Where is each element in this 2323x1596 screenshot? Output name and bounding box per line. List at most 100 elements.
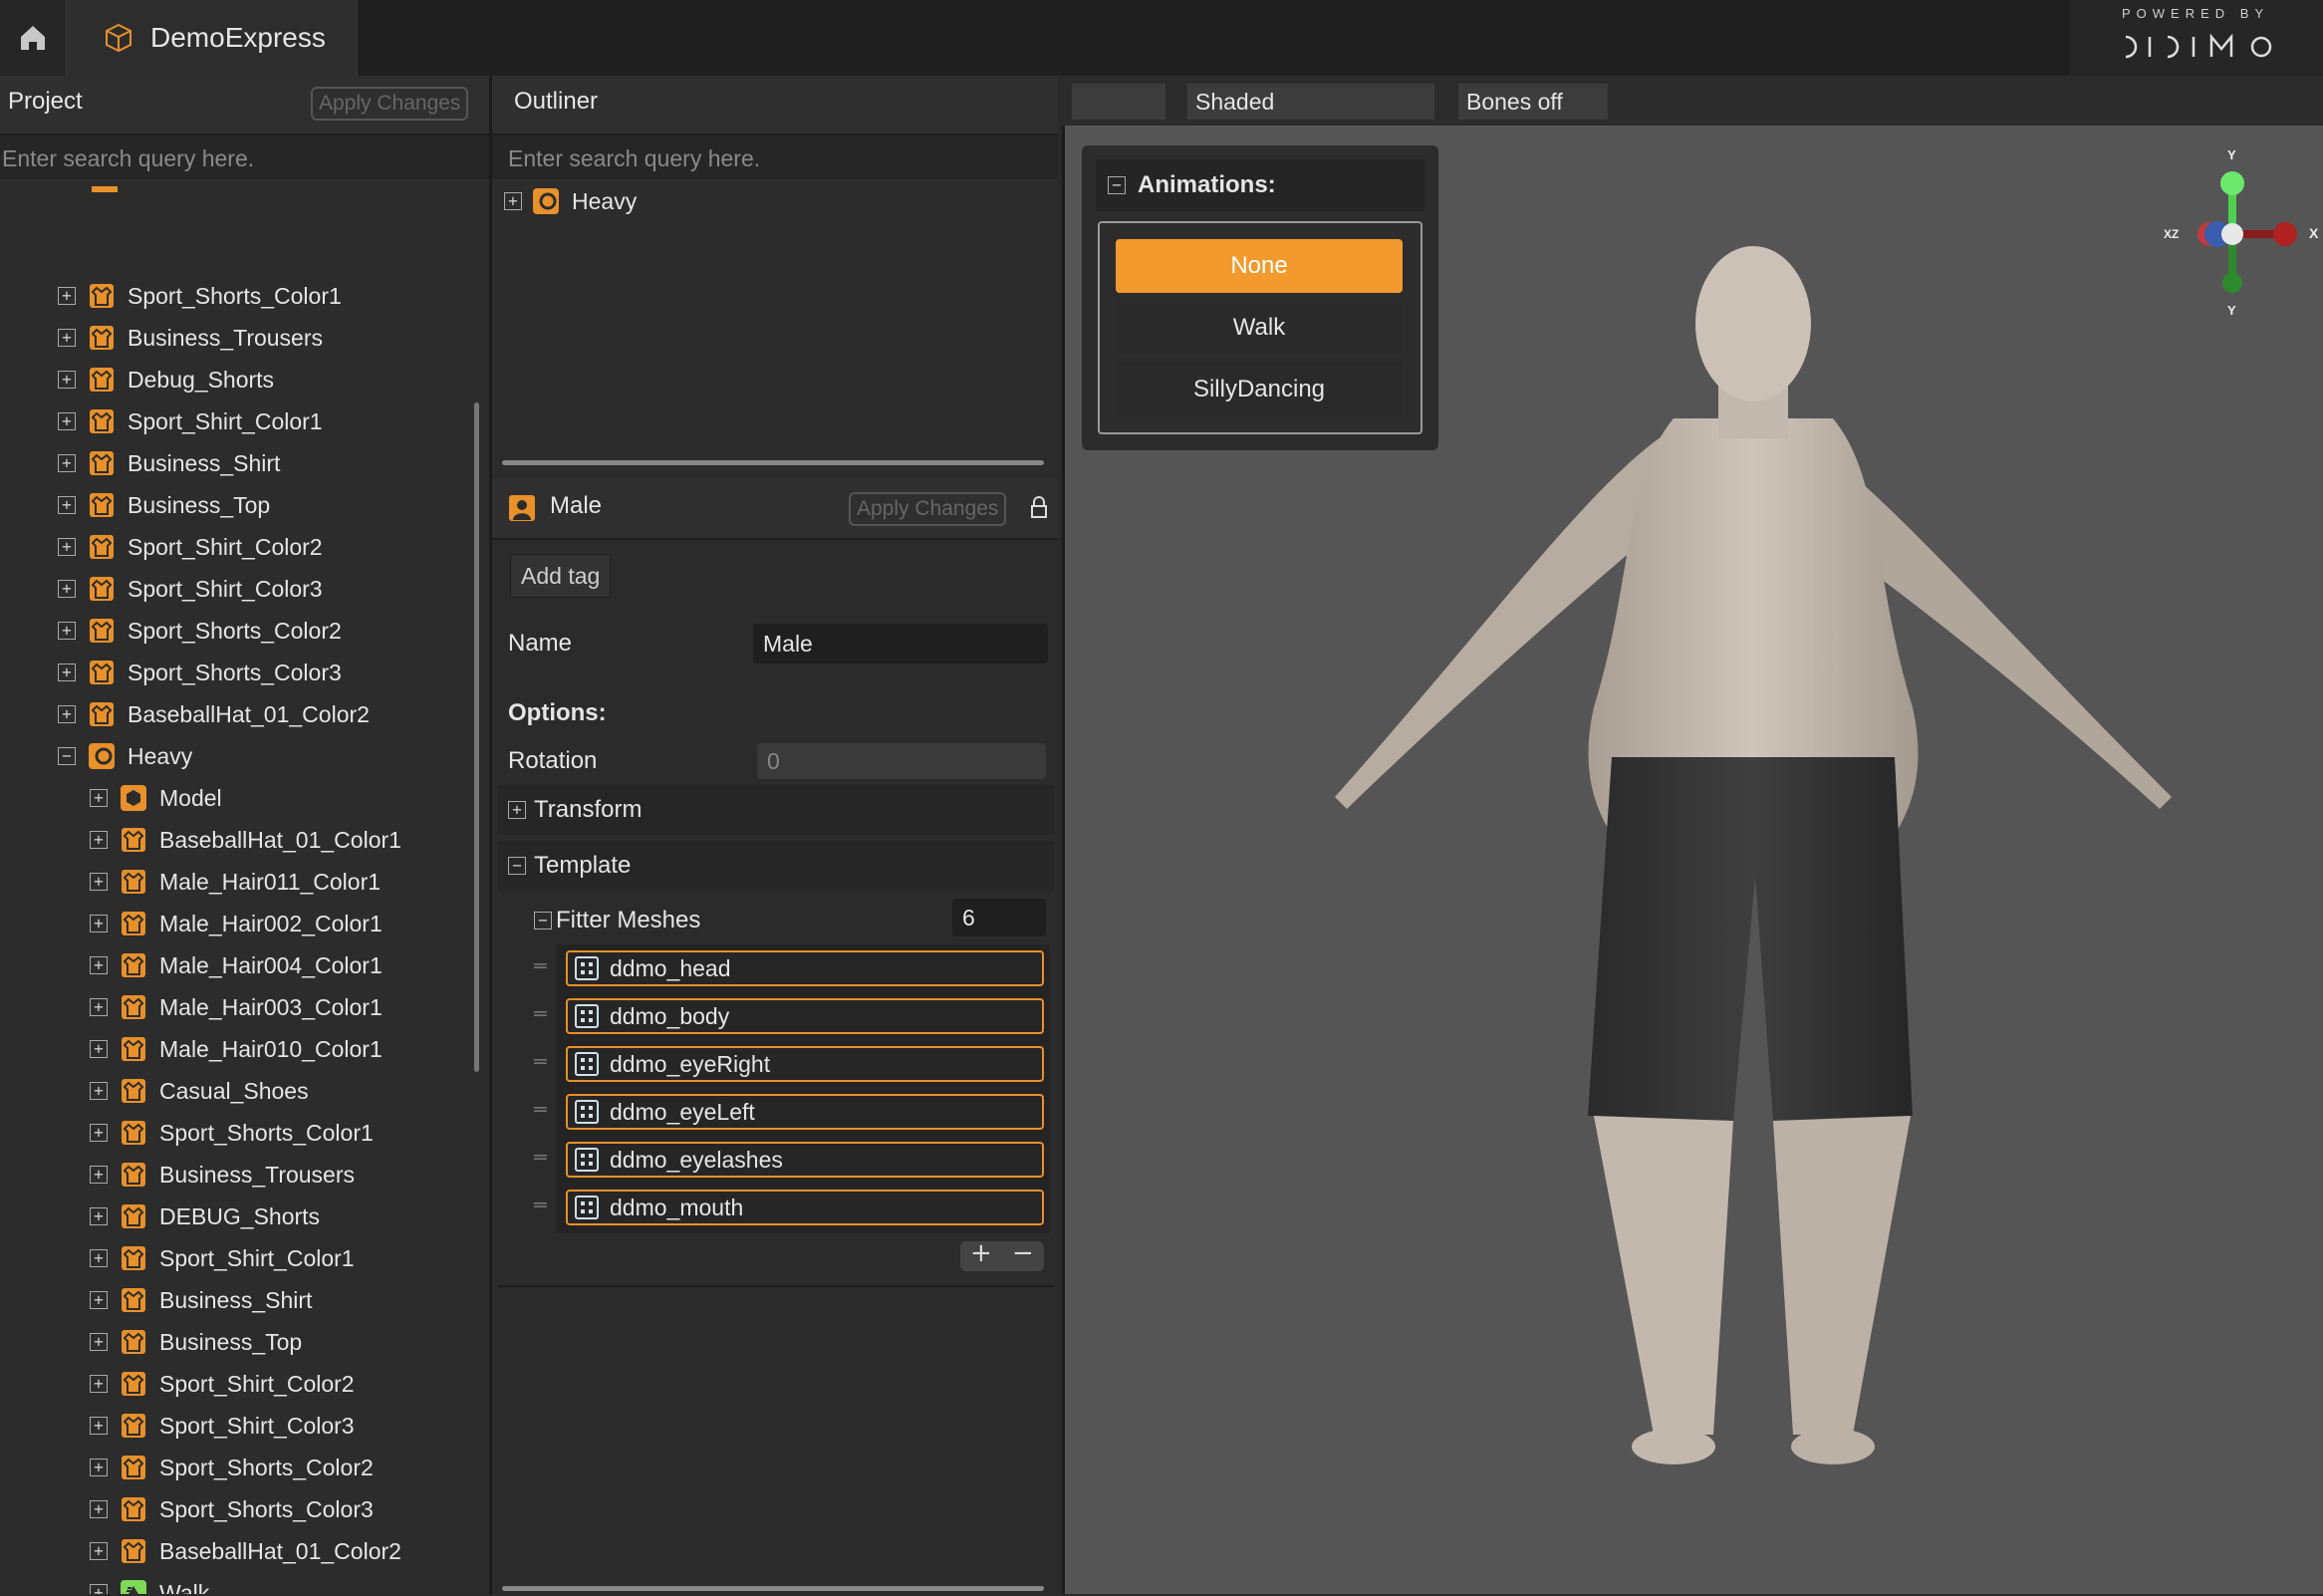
expand-toggle[interactable]: +	[90, 1333, 108, 1351]
expand-toggle[interactable]: +	[58, 538, 76, 556]
expand-toggle[interactable]: +	[90, 956, 108, 974]
project-tree-item[interactable]: + BaseballHat_01_Color2	[90, 1531, 401, 1571]
fitter-mesh-item[interactable]: ddmo_head	[566, 950, 1044, 986]
inspector-apply-changes-button[interactable]: Apply Changes	[849, 492, 1007, 526]
fitter-mesh-item[interactable]: ddmo_eyelashes	[566, 1142, 1044, 1178]
animation-option-walk[interactable]: Walk	[1116, 301, 1403, 355]
expand-toggle[interactable]: +	[58, 496, 76, 514]
outliner-search-input[interactable]	[492, 135, 1076, 181]
project-tree-item[interactable]: + BaseballHat_01_Color1	[90, 820, 401, 860]
template-section[interactable]: − Template	[498, 841, 1054, 891]
expand-toggle[interactable]: +	[58, 329, 76, 347]
project-tree-item[interactable]: + Walk	[90, 1573, 209, 1594]
project-tree-item[interactable]: + DEBUG_Shorts	[90, 1197, 320, 1236]
fitter-mesh-item[interactable]: ddmo_eyeLeft	[566, 1094, 1044, 1130]
expand-toggle[interactable]: +	[90, 1082, 108, 1100]
project-tree-item[interactable]: + Business_Top	[90, 1322, 302, 1362]
viewport-blank-button[interactable]	[1072, 84, 1165, 120]
project-tree-item[interactable]: + Sport_Shirt_Color3	[58, 569, 323, 609]
project-tree-item[interactable]: + Sport_Shorts_Color3	[90, 1489, 374, 1529]
project-tree-item[interactable]: + Business_Trousers	[90, 1155, 355, 1195]
shading-dropdown[interactable]: Shaded	[1187, 84, 1434, 120]
project-tree-item[interactable]: + Male_Hair011_Color1	[90, 862, 381, 902]
app-tab[interactable]: DemoExpress	[67, 0, 358, 76]
fitter-mesh-item[interactable]: ddmo_mouth	[566, 1190, 1044, 1225]
project-tree-item[interactable]: + Business_Top	[58, 485, 270, 525]
project-tree-item[interactable]: + Sport_Shorts_Color2	[58, 611, 342, 651]
project-apply-changes-button[interactable]: Apply Changes	[311, 87, 469, 121]
home-button[interactable]	[0, 0, 67, 76]
expand-toggle[interactable]: +	[58, 371, 76, 389]
project-tree-item[interactable]: + Sport_Shirt_Color1	[90, 1238, 355, 1278]
project-tree-item[interactable]: + BaseballHat_01_Color2	[58, 694, 370, 734]
collapse-toggle[interactable]: −	[58, 747, 76, 765]
lock-icon[interactable]	[1030, 496, 1048, 520]
inspector-scrollbar[interactable]	[502, 1586, 1044, 1591]
project-scrollbar[interactable]	[474, 402, 479, 1072]
animations-header[interactable]: − Animations:	[1096, 159, 1424, 211]
project-tree-item[interactable]: + Sport_Shorts_Color3	[58, 653, 342, 692]
project-tree-item[interactable]: + Business_Shirt	[90, 1280, 312, 1320]
outliner-scrollbar[interactable]	[502, 460, 1044, 465]
transform-section[interactable]: + Transform	[498, 785, 1054, 835]
expand-toggle[interactable]: +	[90, 831, 108, 849]
expand-toggle[interactable]: +	[58, 412, 76, 430]
expand-toggle[interactable]: +	[90, 1166, 108, 1184]
rotation-field[interactable]: 0	[757, 743, 1046, 779]
expand-toggle[interactable]: +	[508, 801, 526, 819]
project-tree-item[interactable]: + Casual_Shoes	[90, 1071, 309, 1111]
expand-toggle[interactable]: +	[90, 1542, 108, 1560]
project-tree-item[interactable]: + Model	[90, 778, 222, 818]
expand-toggle[interactable]: +	[58, 705, 76, 723]
expand-toggle[interactable]: +	[58, 622, 76, 640]
expand-toggle[interactable]: +	[90, 1584, 108, 1594]
expand-toggle[interactable]: +	[90, 1375, 108, 1393]
project-tree-item[interactable]: + Debug_Shorts	[58, 360, 274, 399]
fitter-count-field[interactable]: 6	[952, 899, 1046, 936]
expand-toggle[interactable]: +	[90, 1124, 108, 1142]
remove-mesh-button[interactable]: −	[1012, 1238, 1034, 1268]
project-tree-item[interactable]: + Sport_Shorts_Color1	[90, 1113, 374, 1153]
drag-handle-icon[interactable]: ═	[534, 1004, 552, 1022]
add-mesh-button[interactable]: +	[970, 1238, 992, 1268]
name-field[interactable]: Male	[753, 624, 1048, 664]
expand-toggle[interactable]: +	[90, 789, 108, 807]
project-tree-item[interactable]: + Business_Trousers	[58, 318, 323, 358]
expand-toggle[interactable]: +	[90, 1500, 108, 1518]
add-tag-button[interactable]: Add tag	[510, 554, 612, 598]
expand-toggle[interactable]: +	[90, 1249, 108, 1267]
project-tree-item[interactable]: + Sport_Shirt_Color1	[58, 401, 323, 441]
animation-option-none[interactable]: None	[1116, 239, 1403, 293]
expand-toggle[interactable]: +	[90, 1291, 108, 1309]
bones-toggle[interactable]: Bones off	[1458, 84, 1608, 120]
expand-toggle[interactable]: +	[58, 287, 76, 305]
project-tree-item[interactable]: + Male_Hair010_Color1	[90, 1029, 383, 1069]
project-tree-item[interactable]: + Sport_Shirt_Color2	[58, 527, 323, 567]
project-tree-item[interactable]: + Male_Hair004_Color1	[90, 945, 383, 985]
outliner-item[interactable]: + Heavy	[504, 181, 637, 221]
collapse-toggle[interactable]: −	[508, 857, 526, 875]
expand-toggle[interactable]: +	[90, 1040, 108, 1058]
fitter-meshes-row[interactable]: − Fitter Meshes	[534, 901, 700, 940]
collapse-toggle[interactable]: −	[534, 912, 552, 930]
expand-toggle[interactable]: +	[90, 1417, 108, 1435]
project-search-input[interactable]	[0, 135, 489, 181]
project-tree-item[interactable]: + Male_Hair003_Color1	[90, 987, 383, 1027]
project-tree-item[interactable]: + Sport_Shorts_Color1	[58, 276, 342, 316]
project-tree-item[interactable]: + Sport_Shorts_Color2	[90, 1448, 374, 1487]
expand-toggle[interactable]: +	[504, 192, 522, 210]
project-tree-item[interactable]: + Male_Hair002_Color1	[90, 904, 383, 943]
collapse-toggle[interactable]: −	[1108, 176, 1126, 194]
expand-toggle[interactable]: +	[58, 664, 76, 681]
drag-handle-icon[interactable]: ═	[534, 1196, 552, 1213]
fitter-mesh-item[interactable]: ddmo_eyeRight	[566, 1046, 1044, 1082]
drag-handle-icon[interactable]: ═	[534, 1052, 552, 1070]
expand-toggle[interactable]: +	[58, 580, 76, 598]
expand-toggle[interactable]: +	[58, 454, 76, 472]
animation-option-sillydancing[interactable]: SillyDancing	[1116, 363, 1403, 416]
project-tree-item[interactable]: + Business_Shirt	[58, 443, 280, 483]
project-tree-item[interactable]: + Sport_Shirt_Color2	[90, 1364, 355, 1404]
drag-handle-icon[interactable]: ═	[534, 1100, 552, 1118]
axis-gizmo[interactable]	[2158, 147, 2323, 323]
drag-handle-icon[interactable]: ═	[534, 1148, 552, 1166]
